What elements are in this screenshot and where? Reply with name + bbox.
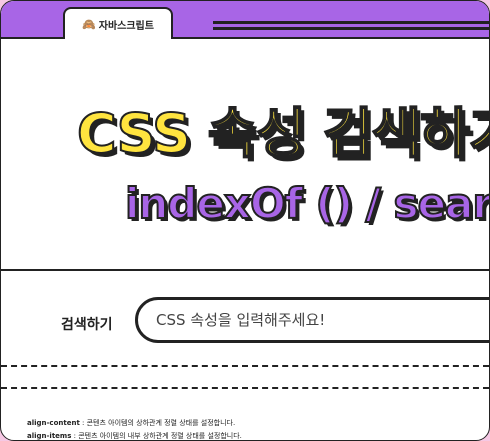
property-name: align-items bbox=[27, 432, 72, 440]
page-subtitle: indexOf () / search () bbox=[124, 178, 489, 229]
top-bar: 🙈 자바스크립트 bbox=[1, 1, 489, 39]
decorative-lines bbox=[213, 21, 489, 35]
monkey-icon: 🙈 bbox=[82, 17, 96, 31]
property-desc: : 콘텐츠 아이템의 상하관계 정렬 상태를 설정합니다. bbox=[79, 419, 236, 427]
property-list: align-content : 콘텐츠 아이템의 상하관계 정렬 상태를 설정합… bbox=[27, 417, 242, 440]
property-desc: : 콘텐츠 아이템의 내부 상하관계 정렬 상태를 설정합니다. bbox=[71, 432, 242, 440]
dashed-divider bbox=[1, 365, 489, 367]
search-input[interactable] bbox=[135, 297, 489, 343]
browser-frame: 🙈 자바스크립트 CSS 속성 검색하기 indexOf () / search… bbox=[0, 0, 490, 441]
page-title: CSS 속성 검색하기 bbox=[76, 101, 490, 166]
tab-javascript[interactable]: 🙈 자바스크립트 bbox=[63, 7, 173, 39]
divider bbox=[1, 269, 489, 271]
dashed-divider bbox=[1, 387, 489, 389]
search-label: 검색하기 bbox=[61, 317, 113, 333]
list-item: align-items : 콘텐츠 아이템의 내부 상하관계 정렬 상태를 설정… bbox=[27, 430, 242, 440]
property-name: align-content bbox=[27, 419, 80, 427]
main-content: CSS 속성 검색하기 indexOf () / search () 검색하기 … bbox=[1, 39, 489, 440]
list-item: align-content : 콘텐츠 아이템의 상하관계 정렬 상태를 설정합… bbox=[27, 417, 242, 430]
tab-label: 자바스크립트 bbox=[98, 20, 154, 32]
